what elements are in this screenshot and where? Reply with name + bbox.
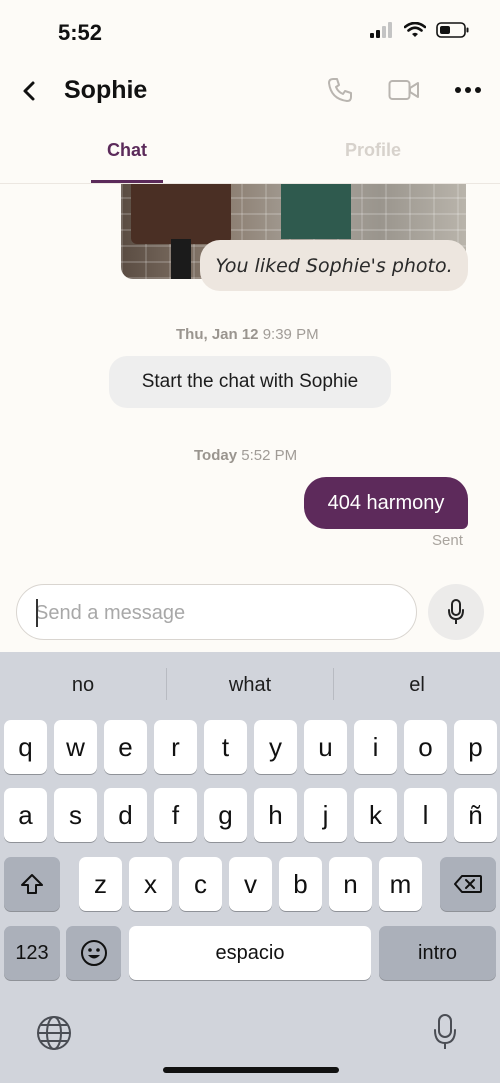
timestamp-divider: Thu, Jan 12 9:39 PM	[176, 326, 319, 343]
key-i[interactable]: i	[354, 720, 397, 774]
numbers-key[interactable]: 123	[4, 926, 60, 980]
text-caret	[36, 599, 38, 627]
key-u[interactable]: u	[304, 720, 347, 774]
key-h[interactable]: h	[254, 788, 297, 842]
phone-icon	[328, 78, 352, 102]
emoji-key[interactable]	[66, 926, 121, 980]
keyboard: no what el q w e r t y u i o p a s d f g…	[0, 652, 500, 1083]
timestamp-divider: Today 5:52 PM	[194, 447, 297, 464]
key-z[interactable]: z	[79, 857, 122, 911]
battery-icon	[436, 22, 469, 38]
message-input[interactable]	[35, 597, 395, 629]
call-button[interactable]	[320, 72, 360, 108]
key-k[interactable]: k	[354, 788, 397, 842]
liked-photo-notice: You liked Sophie's photo.	[200, 240, 468, 291]
key-j[interactable]: j	[304, 788, 347, 842]
start-chat-prompt: Start the chat with Sophie	[109, 356, 391, 408]
key-p[interactable]: p	[454, 720, 497, 774]
suggestion-3[interactable]: el	[334, 674, 500, 697]
video-call-button[interactable]	[384, 72, 424, 108]
key-l[interactable]: l	[404, 788, 447, 842]
home-indicator	[163, 1067, 339, 1073]
timestamp-day: Thu, Jan 12	[176, 326, 259, 343]
backspace-icon	[454, 875, 482, 893]
key-m[interactable]: m	[379, 857, 422, 911]
key-x[interactable]: x	[129, 857, 172, 911]
key-w[interactable]: w	[54, 720, 97, 774]
message-composer[interactable]	[16, 584, 417, 640]
back-button[interactable]	[14, 76, 44, 106]
key-n-tilde[interactable]: ñ	[454, 788, 497, 842]
video-icon	[388, 80, 419, 100]
shift-key[interactable]	[4, 857, 60, 911]
key-v[interactable]: v	[229, 857, 272, 911]
back-chevron-icon	[23, 81, 35, 101]
wifi-icon	[404, 22, 426, 37]
dictation-button[interactable]	[430, 1012, 460, 1052]
dictation-icon	[434, 1014, 456, 1049]
status-icons	[370, 22, 470, 38]
globe-button[interactable]	[35, 1014, 73, 1052]
key-q[interactable]: q	[4, 720, 47, 774]
cellular-signal-icon	[370, 22, 392, 38]
key-o[interactable]: o	[404, 720, 447, 774]
status-time: 5:52	[58, 20, 103, 45]
microphone-icon	[448, 599, 464, 624]
suggestion-2[interactable]: what	[167, 674, 333, 697]
key-t[interactable]: t	[204, 720, 247, 774]
key-f[interactable]: f	[154, 788, 197, 842]
message-status: Sent	[432, 532, 463, 549]
space-key[interactable]: espacio	[129, 926, 371, 980]
tab-profile[interactable]: Profile	[345, 140, 401, 161]
timestamp-time: 9:39 PM	[262, 326, 319, 343]
key-y[interactable]: y	[254, 720, 297, 774]
key-r[interactable]: r	[154, 720, 197, 774]
key-b[interactable]: b	[279, 857, 322, 911]
key-d[interactable]: d	[104, 788, 147, 842]
timestamp-time: 5:52 PM	[241, 447, 298, 464]
return-key[interactable]: intro	[379, 926, 496, 980]
timestamp-day: Today	[194, 447, 238, 464]
emoji-icon	[80, 940, 107, 966]
key-n[interactable]: n	[329, 857, 372, 911]
globe-icon	[37, 1016, 71, 1050]
key-a[interactable]: a	[4, 788, 47, 842]
more-icon	[455, 87, 481, 93]
voice-message-button[interactable]	[428, 584, 484, 640]
backspace-key[interactable]	[440, 857, 496, 911]
contact-name[interactable]: Sophie	[64, 76, 147, 105]
shift-icon	[21, 874, 43, 894]
more-options-button[interactable]	[448, 72, 488, 108]
key-s[interactable]: s	[54, 788, 97, 842]
sent-message[interactable]: 404 harmony	[304, 477, 468, 529]
suggestion-1[interactable]: no	[0, 674, 166, 697]
tab-chat[interactable]: Chat	[107, 140, 147, 161]
key-g[interactable]: g	[204, 788, 247, 842]
key-c[interactable]: c	[179, 857, 222, 911]
key-e[interactable]: e	[104, 720, 147, 774]
